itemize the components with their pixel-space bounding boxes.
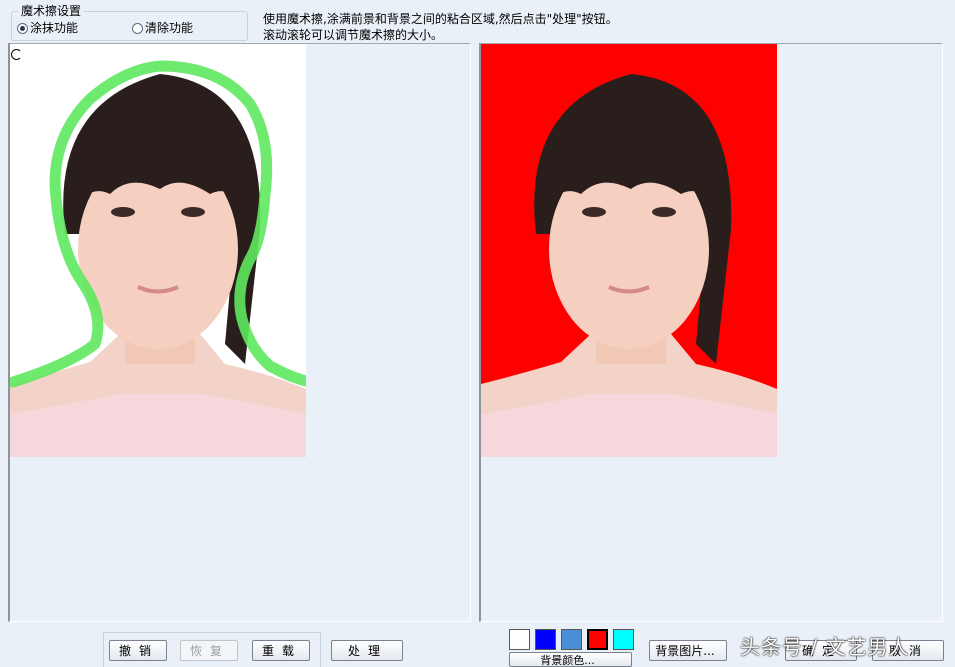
instruction-line-2: 滚动滚轮可以调节魔术擦的大小。 xyxy=(263,28,444,42)
source-image-canvas[interactable] xyxy=(8,43,471,622)
smear-mode-label: 涂抹功能 xyxy=(30,21,79,35)
settings-group-title: 魔术擦设置 xyxy=(18,4,85,18)
redo-button[interactable]: 恢复 xyxy=(180,640,238,661)
swatch-white[interactable] xyxy=(509,629,530,650)
process-button[interactable]: 处理 xyxy=(331,640,403,661)
eraser-cursor-icon xyxy=(11,49,22,60)
radio-selected-icon xyxy=(17,22,28,34)
preview-image-canvas xyxy=(479,43,943,622)
smear-mode-radio[interactable]: 涂抹功能 xyxy=(17,21,78,35)
swatch-cyan[interactable] xyxy=(613,629,634,650)
background-color-button[interactable]: 背景颜色... xyxy=(509,652,632,667)
swatch-light-blue[interactable] xyxy=(561,629,582,650)
watermark-text: 头条号 / 文艺男人 xyxy=(740,635,910,659)
magic-eraser-settings-group: 魔术擦设置 涂抹功能 清除功能 xyxy=(11,4,248,41)
clear-mode-label: 清除功能 xyxy=(145,21,194,35)
instruction-line-1: 使用魔术擦,涂满前景和背景之间的粘合区域,然后点击"处理"按钮。 xyxy=(263,12,618,26)
clear-mode-radio[interactable]: 清除功能 xyxy=(132,21,193,35)
source-photo[interactable] xyxy=(10,44,306,457)
magic-eraser-dialog: 魔术擦设置 涂抹功能 清除功能 使用魔术擦,涂满前景和背景之间的粘合区域,然后点… xyxy=(0,0,955,667)
undo-button[interactable]: 撤销 xyxy=(109,640,167,661)
background-image-button[interactable]: 背景图片... xyxy=(649,640,727,661)
preview-photo xyxy=(481,44,777,457)
radio-unselected-icon xyxy=(132,22,143,34)
reload-button[interactable]: 重载 xyxy=(252,640,310,661)
swatch-blue[interactable] xyxy=(535,629,556,650)
swatch-red[interactable] xyxy=(587,629,608,650)
